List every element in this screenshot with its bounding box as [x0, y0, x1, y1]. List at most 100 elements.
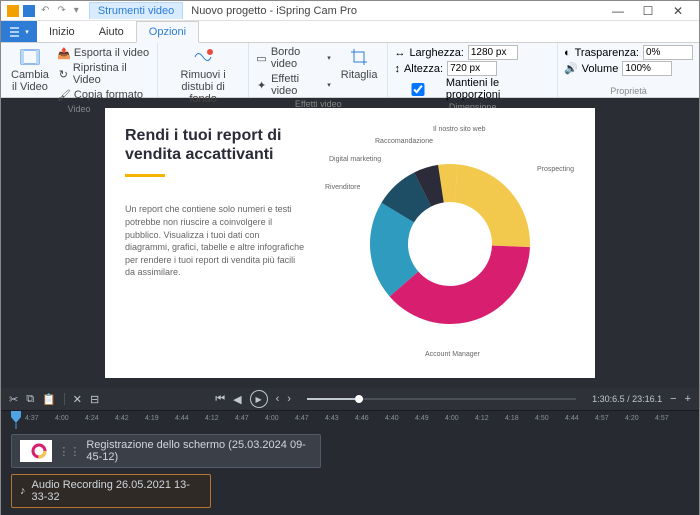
timeline-tracks: ⋮⋮ Registrazione dello schermo (25.03.20… [1, 428, 699, 515]
redo-icon[interactable]: ↷ [55, 5, 67, 16]
playback-controls: ✂ ⧉ 📋 ✕ ⊟ ⏮ ◀ ▶ ‹ › 1:30:6.5 / 23:16.1 −… [1, 388, 699, 410]
skip-start-icon[interactable]: ⏮ [215, 393, 225, 406]
video-stage: Rendi i tuoi report di vendita accattiva… [1, 98, 699, 388]
ribbon: Cambia il Video 📤Esporta il video ↻Ripri… [1, 43, 699, 98]
ritaglia-button[interactable]: Ritaglia [337, 45, 382, 83]
height-icon: ↕ [394, 63, 400, 75]
paintbrush-icon: 🖌 [57, 88, 71, 102]
ribbon-group-video: Cambia il Video 📤Esporta il video ↻Ripri… [1, 43, 158, 97]
close-button[interactable]: ✕ [663, 2, 693, 20]
slide-heading: Rendi i tuoi report di vendita accattiva… [125, 126, 305, 164]
restore-icon: ↻ [57, 67, 70, 81]
ribbon-group-effetti-audio: Rimuovi i distubi di fondo Effetti Audio [158, 43, 249, 97]
crop-icon [349, 47, 369, 67]
width-icon: ↔ [394, 47, 405, 59]
grip-icon: ⋮⋮ [58, 445, 80, 458]
prev-frame-icon[interactable]: ◀ [233, 393, 241, 406]
ruler-tick: 4:18 [505, 415, 519, 422]
cambia-video-button[interactable]: Cambia il Video [7, 45, 53, 95]
ruler-tick: 4:42 [115, 415, 129, 422]
delete-icon[interactable]: ✕ [73, 393, 82, 406]
ruler-tick: 4:46 [355, 415, 369, 422]
chart-label-dig: Digital marketing [329, 156, 381, 163]
minimize-button[interactable]: — [603, 2, 633, 20]
tab-inizio[interactable]: Inizio [37, 21, 87, 42]
clip-thumbnail [20, 440, 52, 462]
video-clip[interactable]: ⋮⋮ Registrazione dello schermo (25.03.20… [11, 434, 321, 468]
tab-opzioni[interactable]: Opzioni [136, 21, 199, 43]
maximize-button[interactable]: ☐ [633, 2, 663, 20]
step-forward-icon[interactable]: › [287, 393, 291, 405]
slide-preview[interactable]: Rendi i tuoi report di vendita accattiva… [105, 108, 595, 378]
effects-icon: ✦ [255, 78, 268, 92]
chart-label-riv: Rivenditore [325, 184, 360, 191]
ruler-tick: 4:37 [25, 415, 39, 422]
ruler-tick: 4:19 [145, 415, 159, 422]
ruler-tick: 4:49 [415, 415, 429, 422]
ruler-tick: 4:50 [535, 415, 549, 422]
noise-icon [192, 47, 214, 67]
slide-body: Un report che contiene solo numeri e tes… [125, 203, 305, 279]
save-icon[interactable] [23, 5, 35, 17]
ruler-tick: 4:00 [445, 415, 459, 422]
mantieni-checkbox[interactable] [394, 83, 441, 96]
mantieni-label: Mantieni le proporzioni [446, 77, 551, 101]
timeline-ruler[interactable]: 4:374:004:244:424:194:444:124:474:004:47… [1, 410, 699, 428]
trasparenza-input[interactable] [643, 45, 693, 60]
separator [64, 393, 65, 405]
larghezza-label: Larghezza: [409, 47, 463, 59]
paste-icon[interactable]: 📋 [42, 393, 56, 406]
ribbon-group-effetti-video: ▭Bordo video▾ ✦Effetti video▾ Ritaglia E… [249, 43, 388, 97]
ruler-tick: 4:43 [325, 415, 339, 422]
qat-dropdown-icon[interactable]: ▾ [72, 5, 81, 16]
bordo-video-button[interactable]: ▭Bordo video▾ [255, 45, 331, 71]
volume-icon: 🔊 [564, 62, 578, 75]
zoom-in-icon[interactable]: + [685, 393, 691, 405]
ruler-tick: 4:44 [175, 415, 189, 422]
altezza-label: Altezza: [404, 63, 443, 75]
window-title: Nuovo progetto - iSpring Cam Pro [191, 5, 357, 17]
ruler-tick: 4:44 [565, 415, 579, 422]
trim-icon[interactable]: ⊟ [90, 393, 99, 406]
rimuovi-disturbi-button[interactable]: Rimuovi i distubi di fondo [164, 45, 242, 107]
copy-icon[interactable]: ⧉ [26, 393, 34, 406]
ruler-tick: 4:47 [235, 415, 249, 422]
ruler-tick: 4:57 [655, 415, 669, 422]
zoom-out-icon[interactable]: − [670, 393, 676, 405]
title-bar: ↶ ↷ ▾ Strumenti video Nuovo progetto - i… [1, 1, 699, 21]
ribbon-group-proprieta: ◐Trasparenza: 🔊Volume Proprietà [558, 43, 699, 97]
cut-icon[interactable]: ✂ [9, 393, 18, 406]
ruler-tick: 4:40 [385, 415, 399, 422]
ruler-tick: 4:57 [595, 415, 609, 422]
volume-label: Volume [582, 63, 619, 75]
hamburger-icon [9, 27, 23, 37]
border-icon: ▭ [255, 51, 268, 65]
contextual-tab-label: Strumenti video [89, 2, 183, 19]
tab-aiuto[interactable]: Aiuto [87, 21, 136, 42]
progress-bar[interactable] [307, 398, 576, 400]
music-note-icon: ♪ [20, 485, 26, 497]
ribbon-group-dimensione: ↔Larghezza: ↕Altezza: Mantieni le propor… [388, 43, 558, 97]
ruler-tick: 4:12 [205, 415, 219, 422]
audio-clip[interactable]: ♪ Audio Recording 26.05.2021 13-33-32 [11, 474, 211, 508]
audio-clip-label: Audio Recording 26.05.2021 13-33-32 [32, 479, 203, 503]
volume-input[interactable] [622, 61, 672, 76]
effetti-video-button[interactable]: ✦Effetti video▾ [255, 72, 331, 98]
ripristina-video-button[interactable]: ↻Ripristina il Video [57, 61, 151, 87]
chevron-down-icon: ▾ [327, 54, 331, 62]
altezza-input[interactable] [447, 61, 497, 76]
undo-icon[interactable]: ↶ [39, 5, 51, 16]
play-button[interactable]: ▶ [250, 390, 268, 408]
ruler-tick: 4:47 [295, 415, 309, 422]
playhead-icon[interactable] [11, 411, 21, 429]
chart-label-rac: Raccomandazione [375, 138, 433, 145]
donut-chart: Il nostro sito web Raccomandazione Digit… [315, 126, 575, 360]
chevron-down-icon: ▾ [327, 81, 331, 89]
step-back-icon[interactable]: ‹ [276, 393, 280, 405]
chart-label-acc: Account Manager [425, 351, 480, 358]
larghezza-input[interactable] [468, 45, 518, 60]
esporta-video-button[interactable]: 📤Esporta il video [57, 45, 151, 61]
chart-label-top: Il nostro sito web [433, 126, 486, 133]
copia-formato-button[interactable]: 🖌Copia formato [57, 87, 151, 103]
home-menu-button[interactable]: ▾ [1, 21, 37, 42]
